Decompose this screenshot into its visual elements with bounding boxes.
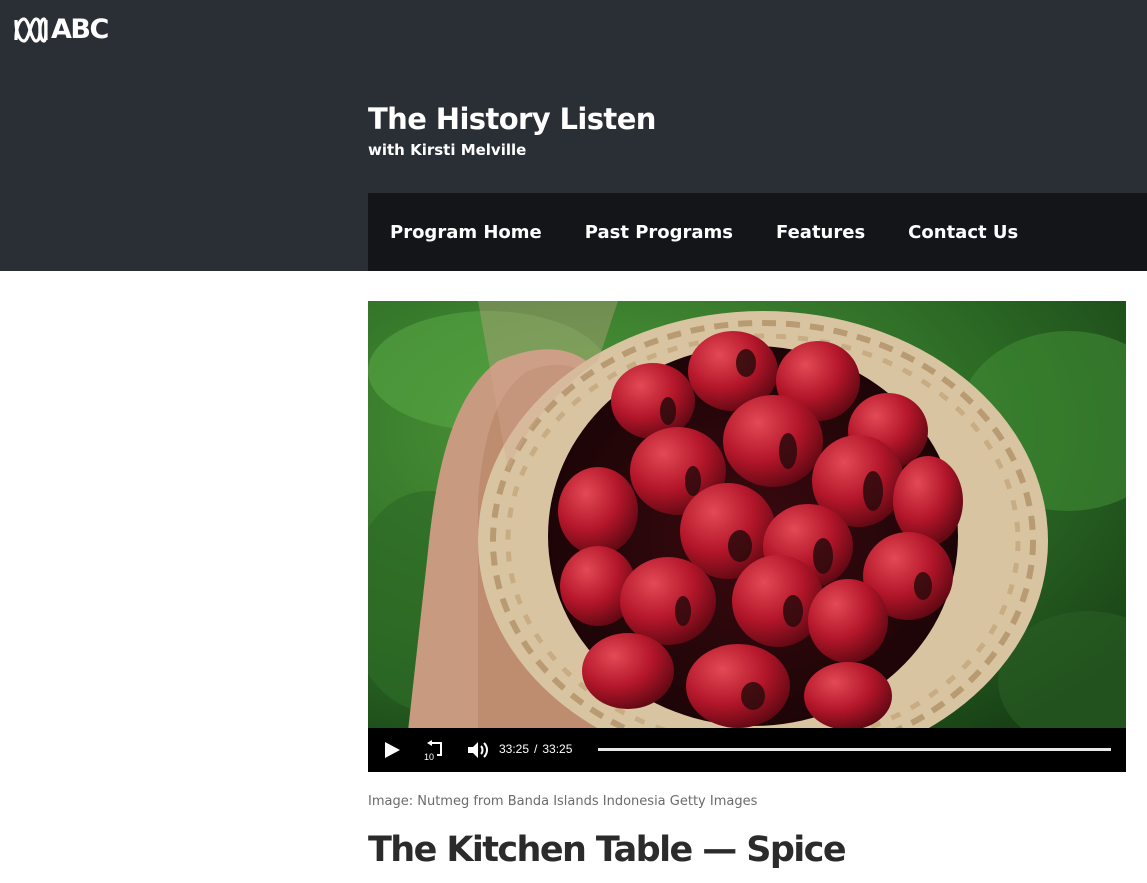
volume-icon[interactable] [467,740,489,760]
program-host: with Kirsti Melville [368,141,527,159]
episode-title: The Kitchen Table — Spice [368,830,847,870]
audio-player: 10 33:25 / 33:25 [368,301,1126,772]
program-title[interactable]: The History Listen [368,102,656,136]
abc-lissajous-logo-icon [14,17,48,43]
nav-item-past-programs[interactable]: Past Programs [585,222,733,243]
replay-seconds-label: 10 [424,752,434,761]
replay-10-icon[interactable]: 10 [424,739,446,761]
nav-item-program-home[interactable]: Program Home [390,222,542,243]
current-time: 33:25 [499,742,530,756]
nav-item-features[interactable]: Features [776,222,865,243]
image-caption: Image: Nutmeg from Banda Islands Indones… [368,794,758,809]
player-controls: 10 33:25 / 33:25 [368,728,1126,772]
progress-bar[interactable] [598,747,1111,752]
nav-item-contact-us[interactable]: Contact Us [908,222,1018,243]
time-separator: / [534,742,538,756]
progress-fill [598,748,1111,751]
play-icon[interactable] [383,741,401,759]
episode-image [368,301,1126,728]
time-display: 33:25 / 33:25 [499,742,572,756]
program-nav: Program Home Past Programs Features Cont… [368,193,1147,271]
duration: 33:25 [542,742,573,756]
abc-logo[interactable]: ABC [14,14,109,45]
brand-name: ABC [51,14,109,45]
site-header: ABC The History Listen with Kirsti Melvi… [0,0,1147,271]
